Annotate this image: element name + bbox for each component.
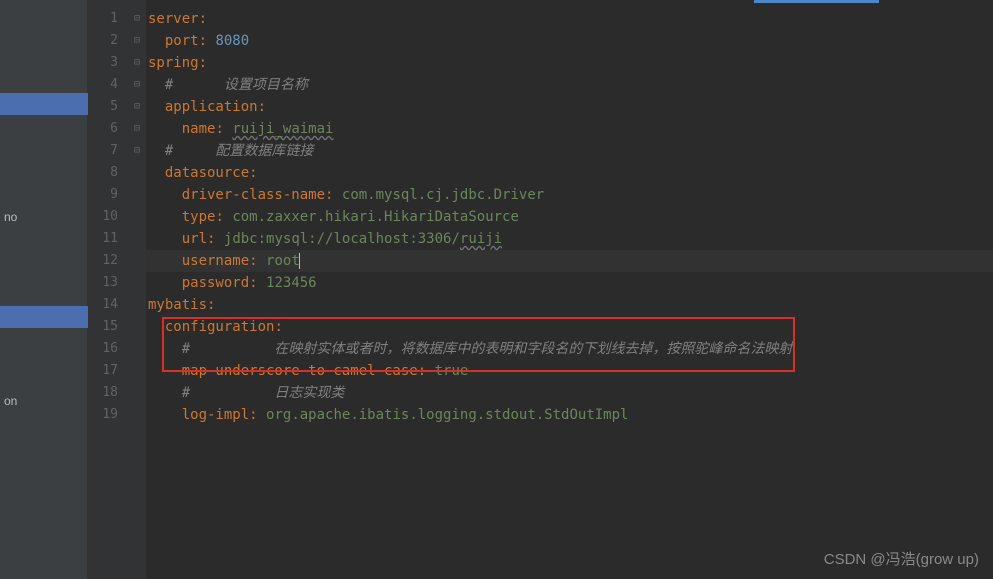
code-area[interactable]: server: port: 8080 spring: # 设置项目名称 appl… bbox=[146, 0, 993, 579]
code-line: log-impl: org.apache.ibatis.logging.stdo… bbox=[146, 404, 993, 426]
caret-icon bbox=[299, 253, 300, 269]
fold-toggle-icon[interactable]: ⊟ bbox=[128, 96, 146, 118]
sidebar-item[interactable]: no bbox=[4, 210, 17, 224]
code-line: # 日志实现类 bbox=[146, 382, 993, 404]
code-line: map-underscore-to-camel-case: true bbox=[146, 360, 993, 382]
code-line: driver-class-name: com.mysql.cj.jdbc.Dri… bbox=[146, 184, 993, 206]
watermark-text: CSDN @冯浩(grow up) bbox=[824, 548, 979, 569]
fold-toggle-icon[interactable]: ⊟ bbox=[128, 30, 146, 52]
fold-gutter: ⊟ ⊟ ⊟ ⊟ ⊟ ⊟ ⊟ bbox=[128, 0, 146, 579]
sidebar-item[interactable]: on bbox=[4, 394, 17, 408]
code-line: server: bbox=[146, 8, 993, 30]
code-line: # 设置项目名称 bbox=[146, 74, 993, 96]
code-line: application: bbox=[146, 96, 993, 118]
sidebar-selection bbox=[0, 93, 88, 115]
project-sidebar[interactable]: no on bbox=[0, 0, 88, 579]
code-line: datasource: bbox=[146, 162, 993, 184]
code-line: name: ruiji_waimai bbox=[146, 118, 993, 140]
fold-toggle-icon[interactable]: ⊟ bbox=[128, 52, 146, 74]
fold-toggle-icon[interactable]: ⊟ bbox=[128, 8, 146, 30]
code-line: spring: bbox=[146, 52, 993, 74]
code-line: password: 123456 bbox=[146, 272, 993, 294]
code-line: # 配置数据库链接 bbox=[146, 140, 993, 162]
fold-toggle-icon[interactable]: ⊟ bbox=[128, 74, 146, 96]
fold-toggle-icon[interactable]: ⊟ bbox=[128, 140, 146, 162]
code-line-current: username: root bbox=[146, 250, 993, 272]
code-line: # 在映射实体或者时，将数据库中的表明和字段名的下划线去掉，按照驼峰命名法映射 bbox=[146, 338, 993, 360]
code-editor[interactable]: 1 2 3 4 5 6 7 8 9 10 11 12 13 14 15 16 1… bbox=[88, 0, 993, 579]
code-line: mybatis: bbox=[146, 294, 993, 316]
code-line: port: 8080 bbox=[146, 30, 993, 52]
code-line: url: jdbc:mysql://localhost:3306/ruiji bbox=[146, 228, 993, 250]
line-number-gutter: 1 2 3 4 5 6 7 8 9 10 11 12 13 14 15 16 1… bbox=[88, 0, 128, 579]
code-line: configuration: bbox=[146, 316, 993, 338]
code-line: type: com.zaxxer.hikari.HikariDataSource bbox=[146, 206, 993, 228]
fold-toggle-icon[interactable]: ⊟ bbox=[128, 118, 146, 140]
sidebar-selection bbox=[0, 306, 88, 328]
